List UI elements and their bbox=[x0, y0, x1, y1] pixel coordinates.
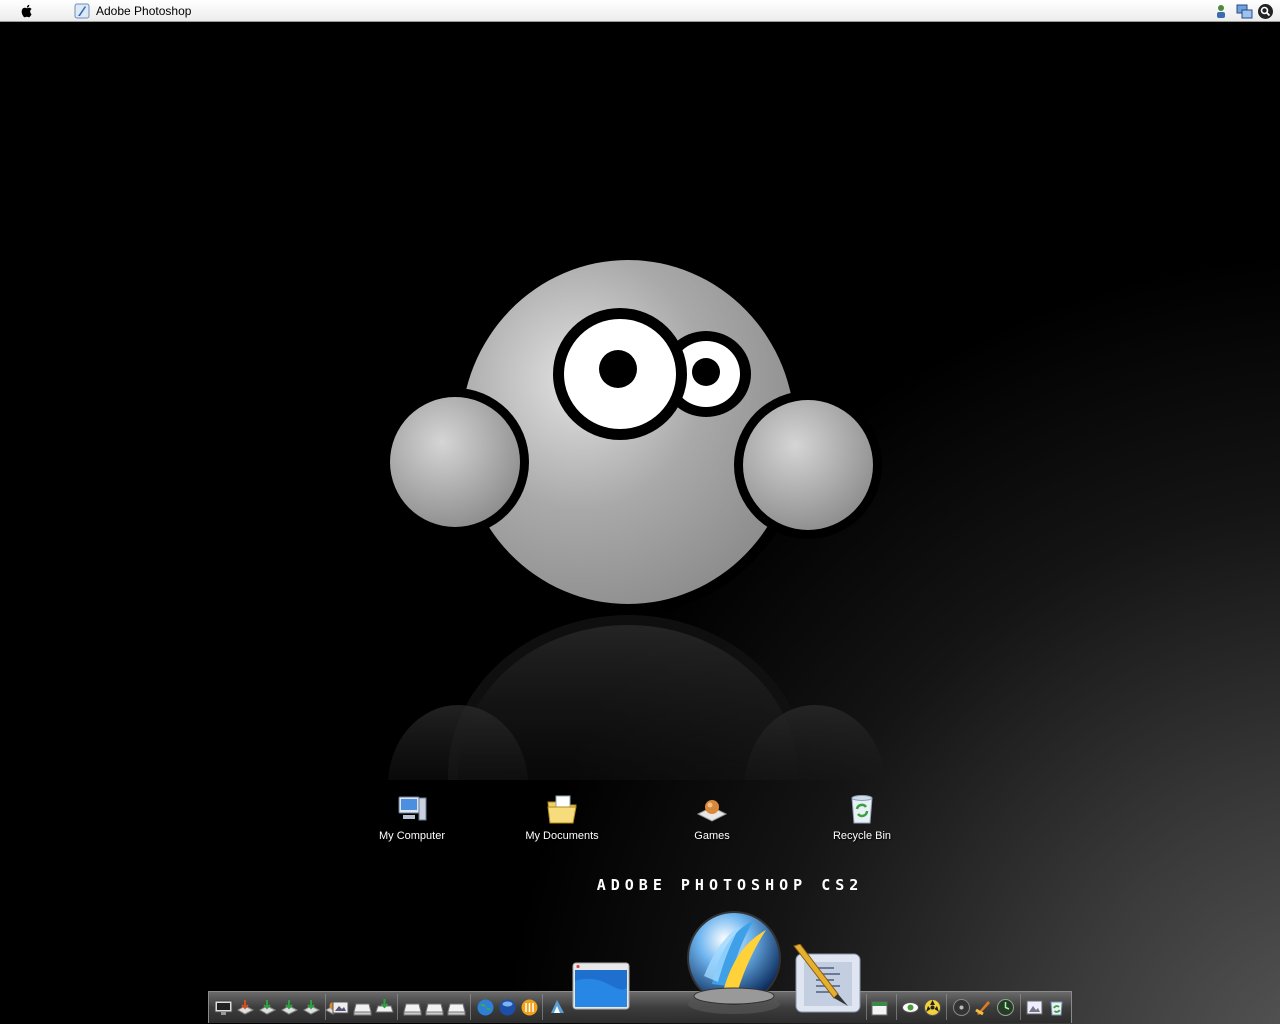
desktop-icon-recycle-bin[interactable]: Recycle Bin bbox=[807, 792, 917, 842]
dock-group-volumes bbox=[403, 995, 466, 1019]
image-icon[interactable] bbox=[331, 998, 350, 1017]
desktop-icon-label: Games bbox=[694, 830, 730, 842]
illustrator-icon[interactable] bbox=[790, 944, 866, 1016]
wallpaper-mascot bbox=[381, 250, 885, 780]
dock-group-system bbox=[214, 995, 343, 1019]
computer-icon bbox=[398, 796, 427, 821]
drive-icon[interactable] bbox=[425, 998, 444, 1017]
dock-group-web bbox=[476, 995, 539, 1019]
active-app-title: Adobe Photoshop bbox=[96, 4, 192, 18]
clock-icon[interactable] bbox=[996, 998, 1015, 1017]
recycle-bin-icon bbox=[851, 795, 873, 824]
dock-group-end bbox=[1025, 995, 1066, 1019]
download-icon[interactable] bbox=[258, 998, 277, 1017]
desktop-icon-label: Recycle Bin bbox=[832, 830, 892, 842]
dock-separator bbox=[896, 994, 897, 1020]
globe-icon[interactable] bbox=[498, 998, 517, 1017]
games-icon bbox=[696, 800, 728, 822]
display-icon[interactable] bbox=[214, 998, 233, 1017]
dock-group-utilities bbox=[870, 995, 889, 1019]
finder-window-icon[interactable] bbox=[572, 961, 630, 1013]
drive-icon[interactable] bbox=[447, 998, 466, 1017]
photoshop-icon[interactable] bbox=[682, 906, 786, 1018]
disc-icon[interactable] bbox=[952, 998, 971, 1017]
picture-icon[interactable] bbox=[1025, 998, 1044, 1017]
photoshop-app-icon bbox=[74, 3, 90, 19]
search-icon[interactable] bbox=[1257, 3, 1274, 20]
app-icon[interactable] bbox=[548, 997, 567, 1016]
eye-icon[interactable] bbox=[901, 998, 920, 1017]
user-icon[interactable] bbox=[1215, 3, 1232, 20]
desktop-icon-label: My Computer bbox=[378, 830, 446, 842]
active-app-menu[interactable]: Adobe Photoshop bbox=[74, 3, 191, 19]
menubar-tray bbox=[1215, 2, 1274, 20]
dock-separator bbox=[470, 994, 471, 1020]
download-icon[interactable] bbox=[302, 998, 321, 1017]
dock-group-drives bbox=[331, 995, 394, 1019]
download-drive-icon[interactable] bbox=[375, 998, 394, 1017]
dock-group-tools bbox=[952, 995, 1015, 1019]
desktop-icon-my-computer[interactable]: My Computer bbox=[357, 792, 467, 842]
desktop-icon-label: My Documents bbox=[525, 830, 599, 842]
desktop-banner-text: Adobe Photoshop CS2 bbox=[596, 876, 864, 894]
media-icon[interactable] bbox=[520, 998, 539, 1017]
radiation-icon[interactable] bbox=[923, 998, 942, 1017]
download-icon[interactable] bbox=[280, 998, 299, 1017]
calendar-icon[interactable] bbox=[870, 998, 889, 1017]
dock-separator bbox=[1020, 994, 1021, 1020]
dock-group-monitors bbox=[901, 995, 942, 1019]
network-icon[interactable] bbox=[1236, 3, 1253, 20]
brush-icon[interactable] bbox=[974, 998, 993, 1017]
dock-separator bbox=[397, 994, 398, 1020]
desktop-icon-my-documents[interactable]: My Documents bbox=[507, 792, 617, 842]
menu-bar: Adobe Photoshop bbox=[0, 0, 1280, 22]
dock-separator bbox=[866, 994, 867, 1020]
dock-separator bbox=[325, 994, 326, 1020]
trash-icon[interactable] bbox=[1047, 998, 1066, 1017]
apple-menu-icon[interactable] bbox=[18, 3, 36, 19]
dock-separator bbox=[946, 994, 947, 1020]
documents-folder-icon bbox=[547, 795, 577, 824]
globe-icon[interactable] bbox=[476, 998, 495, 1017]
desktop-icon-games[interactable]: Games bbox=[657, 792, 767, 842]
drive-icon[interactable] bbox=[353, 998, 372, 1017]
download-icon[interactable] bbox=[236, 998, 255, 1017]
drive-icon[interactable] bbox=[403, 998, 422, 1017]
dock-separator bbox=[542, 994, 543, 1020]
